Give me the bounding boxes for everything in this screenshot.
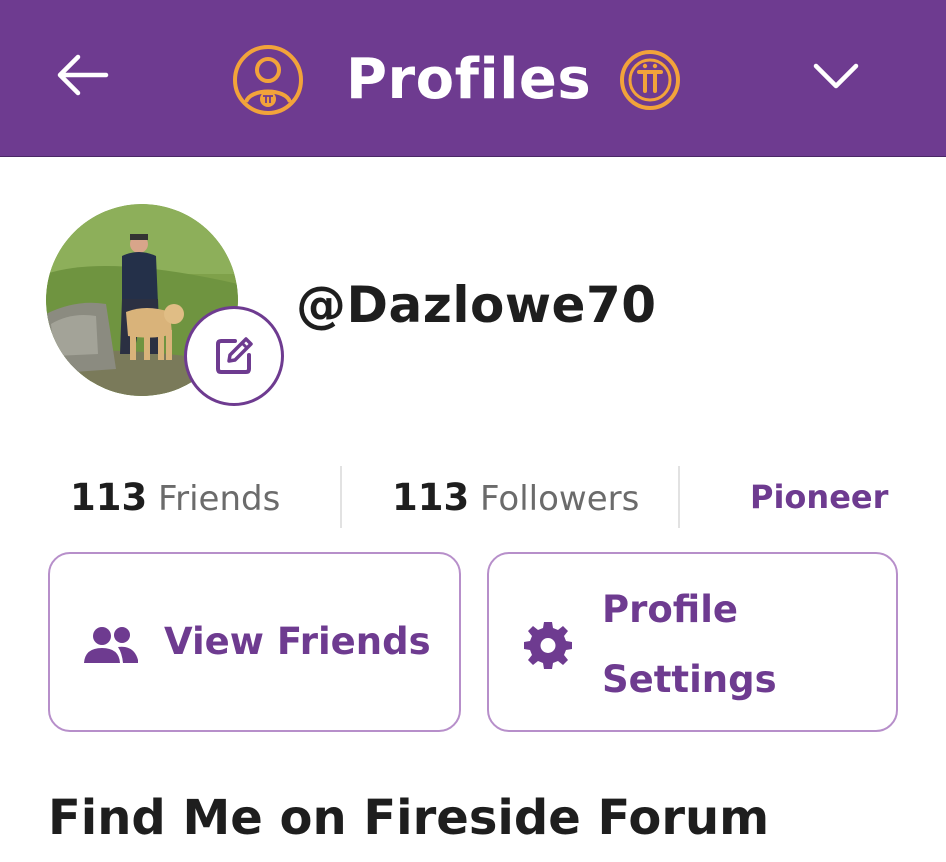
edit-icon [216, 337, 253, 374]
chevron-down-icon [813, 63, 859, 89]
settings-label-line2: Settings [602, 658, 777, 701]
friends-stat[interactable]: 113 Friends [70, 476, 280, 519]
view-friends-button[interactable]: View Friends [48, 552, 461, 732]
friends-count: 113 [70, 476, 148, 519]
stat-divider [340, 466, 342, 528]
friends-label: Friends [158, 479, 281, 519]
page-title: Profiles [346, 47, 592, 112]
pi-user-icon [233, 45, 303, 115]
arrow-left-icon [57, 54, 109, 96]
profile-settings-button[interactable]: Profile Settings [487, 552, 898, 732]
followers-count: 113 [392, 476, 470, 519]
people-icon [84, 627, 138, 663]
stats-row: 113 Friends 113 Followers Pioneer [0, 462, 946, 532]
pi-coin-icon [620, 50, 681, 110]
app-header: Profiles [0, 0, 946, 157]
stat-divider [678, 466, 680, 528]
settings-label-line1: Profile [602, 588, 738, 631]
back-button[interactable] [52, 50, 112, 100]
username: @Dazlowe70 [296, 276, 657, 334]
edit-avatar-button[interactable] [184, 306, 284, 406]
fireside-section-title: Find Me on Fireside Forum [48, 790, 770, 846]
menu-toggle-button[interactable] [812, 56, 860, 96]
followers-label: Followers [480, 479, 640, 519]
role-badge: Pioneer [750, 478, 889, 516]
view-friends-label: View Friends [164, 620, 431, 663]
followers-stat[interactable]: 113 Followers [392, 476, 639, 519]
gear-icon [524, 622, 572, 669]
header-title-group: Profiles [232, 40, 681, 120]
